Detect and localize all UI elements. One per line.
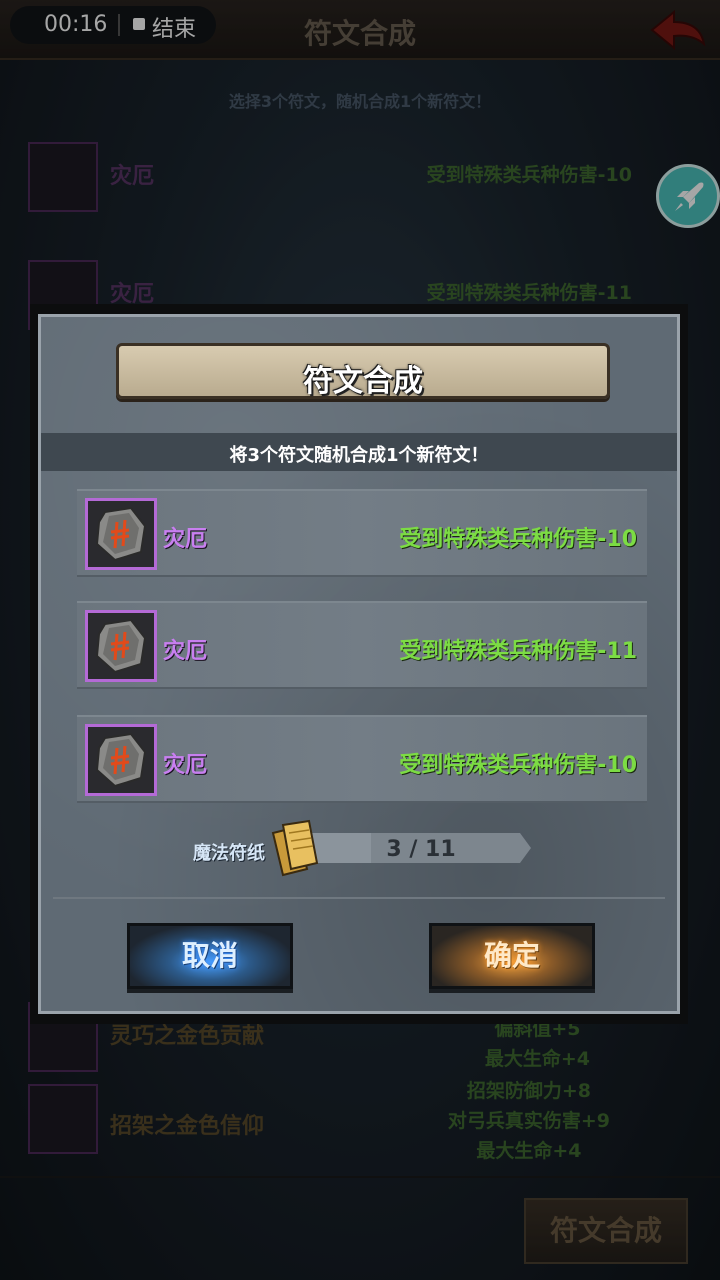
rune-name: 灾厄 (163, 639, 208, 664)
rune-effect: 受到特殊类兵种伤害-10 (399, 753, 637, 778)
confirm-button[interactable]: 确定 (429, 923, 595, 989)
dialog-subtitle: 将3个符文随机合成1个新符文！ (229, 445, 489, 466)
dialog-divider (53, 897, 665, 899)
selected-rune-row[interactable]: 灾厄 受到特殊类兵种伤害-10 (77, 489, 647, 577)
rune-stone-icon (85, 610, 157, 682)
rune-stone-icon (85, 498, 157, 570)
dialog-title: 符文合成 (303, 364, 423, 399)
selected-rune-row[interactable]: 灾厄 受到特殊类兵种伤害-10 (77, 715, 647, 803)
magic-paper-label: 魔法符纸 (193, 843, 265, 864)
rune-effect: 受到特殊类兵种伤害-10 (399, 527, 637, 552)
rune-stone-icon (85, 724, 157, 796)
dialog-subtitle-band: 将3个符文随机合成1个新符文！ (41, 433, 677, 471)
rune-effect: 受到特殊类兵种伤害-11 (399, 639, 637, 664)
rune-name: 灾厄 (163, 753, 208, 778)
dialog-title-plate: 符文合成 (116, 343, 610, 399)
selected-rune-row[interactable]: 灾厄 受到特殊类兵种伤害-11 (77, 601, 647, 689)
cancel-button[interactable]: 取消 (127, 923, 293, 989)
magic-paper-count: 3 / 11 (386, 837, 456, 862)
rune-combine-dialog: 符文合成 将3个符文随机合成1个新符文！ 灾厄 受到特殊类兵种伤害-10 灾厄 … (30, 304, 688, 1024)
rune-name: 灾厄 (163, 527, 208, 552)
dialog-panel: 符文合成 将3个符文随机合成1个新符文！ 灾厄 受到特殊类兵种伤害-10 灾厄 … (38, 314, 680, 1014)
